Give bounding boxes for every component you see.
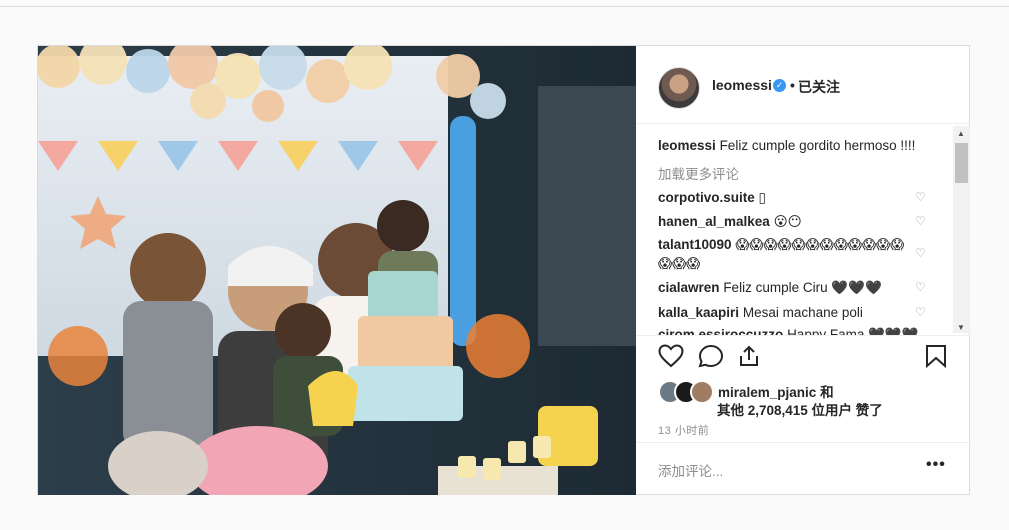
add-comment-bar: 添加评论... ••• bbox=[636, 442, 970, 495]
comment-item: kalla_kaapiri Mesai machane poli bbox=[658, 304, 863, 322]
comment-like-heart-icon[interactable]: ♡ bbox=[915, 246, 926, 260]
comments-list[interactable]: leomessi Feliz cumple gordito hermoso !!… bbox=[636, 124, 970, 336]
scroll-up-arrow-icon[interactable]: ▲ bbox=[957, 129, 965, 138]
comment-like-heart-icon[interactable]: ♡ bbox=[915, 280, 926, 294]
first-liker-link[interactable]: miralem_pjanic bbox=[718, 385, 816, 400]
scroll-down-arrow-icon[interactable]: ▼ bbox=[957, 323, 965, 332]
comment-text-continued: 😱😱😱 bbox=[658, 256, 701, 271]
share-icon[interactable] bbox=[737, 344, 761, 368]
verified-icon: ✓ bbox=[773, 79, 786, 92]
post-actions bbox=[636, 336, 970, 376]
liker-avatar[interactable] bbox=[690, 380, 714, 404]
comment-text: Happy Fama 🖤🖤🖤 bbox=[787, 327, 919, 336]
comment-like-heart-icon[interactable]: ♡ bbox=[915, 305, 926, 319]
avatar[interactable] bbox=[658, 67, 700, 109]
comment-item: cirom essiroccuzzo Happy Fama 🖤🖤🖤 bbox=[658, 326, 919, 336]
comment-item: talant10090 😱😱😱😱😱😱😱😱😱😱😱😱 bbox=[658, 236, 904, 254]
following-button[interactable]: 已关注 bbox=[798, 77, 840, 97]
caption-text: Feliz cumple gordito hermoso !!!! bbox=[719, 138, 916, 153]
caption: leomessi Feliz cumple gordito hermoso !!… bbox=[658, 137, 915, 155]
comment-icon[interactable] bbox=[698, 344, 724, 368]
comment-username[interactable]: talant10090 bbox=[658, 237, 732, 252]
likes-and: 和 bbox=[820, 385, 834, 400]
caption-username[interactable]: leomessi bbox=[658, 138, 716, 153]
options-icon[interactable]: ••• bbox=[926, 456, 946, 474]
separator-dot: • bbox=[790, 77, 795, 93]
post-photo[interactable] bbox=[38, 46, 636, 495]
comment-text: Mesai machane poli bbox=[742, 305, 863, 320]
comment-input[interactable]: 添加评论... bbox=[658, 460, 723, 480]
comment-text: ▯ bbox=[758, 190, 766, 205]
likes-count-link[interactable]: 其他 2,708,415 位用户 赞了 bbox=[717, 399, 883, 419]
comment-text: Feliz cumple Ciru 🖤🖤🖤 bbox=[723, 280, 882, 295]
likes-line: miralem_pjanic 和 bbox=[718, 381, 834, 401]
comment-like-heart-icon[interactable]: ♡ bbox=[915, 190, 926, 204]
post-timestamp[interactable]: 13 小时前 bbox=[658, 422, 709, 438]
post-header: leomessi ✓ • 已关注 bbox=[636, 46, 970, 124]
post-sidebar: leomessi ✓ • 已关注 leomessi Feliz cumple g… bbox=[636, 46, 970, 495]
scrollbar-thumb[interactable] bbox=[955, 143, 968, 183]
top-divider bbox=[0, 6, 1009, 7]
comment-username[interactable]: hanen_al_malkea bbox=[658, 214, 770, 229]
comment-like-heart-icon[interactable]: ♡ bbox=[915, 214, 926, 228]
comments-scrollbar[interactable]: ▲ ▼ bbox=[953, 126, 970, 333]
comment-item: cialawren Feliz cumple Ciru 🖤🖤🖤 bbox=[658, 279, 882, 297]
comment-item: hanen_al_malkea 😮😶 bbox=[658, 213, 802, 231]
comment-item: corpotivo.suite ▯ bbox=[658, 189, 766, 207]
comment-text: 😮😶 bbox=[773, 214, 802, 229]
comment-username[interactable]: cirom essiroccuzzo bbox=[658, 327, 783, 335]
load-more-comments-link[interactable]: 加载更多评论 bbox=[658, 163, 739, 183]
birthday-photo-illustration bbox=[38, 46, 636, 495]
heart-icon[interactable] bbox=[658, 344, 684, 368]
comment-username[interactable]: kalla_kaapiri bbox=[658, 305, 739, 320]
post-card: leomessi ✓ • 已关注 leomessi Feliz cumple g… bbox=[37, 45, 970, 495]
comment-text: 😱😱😱😱😱😱😱😱😱😱😱😱 bbox=[735, 237, 905, 252]
comment-username[interactable]: corpotivo.suite bbox=[658, 190, 755, 205]
likes-summary: miralem_pjanic 和 其他 2,708,415 位用户 赞了 bbox=[636, 376, 970, 422]
bookmark-icon[interactable] bbox=[925, 344, 947, 368]
username-link[interactable]: leomessi bbox=[712, 77, 772, 93]
comment-username[interactable]: cialawren bbox=[658, 280, 720, 295]
